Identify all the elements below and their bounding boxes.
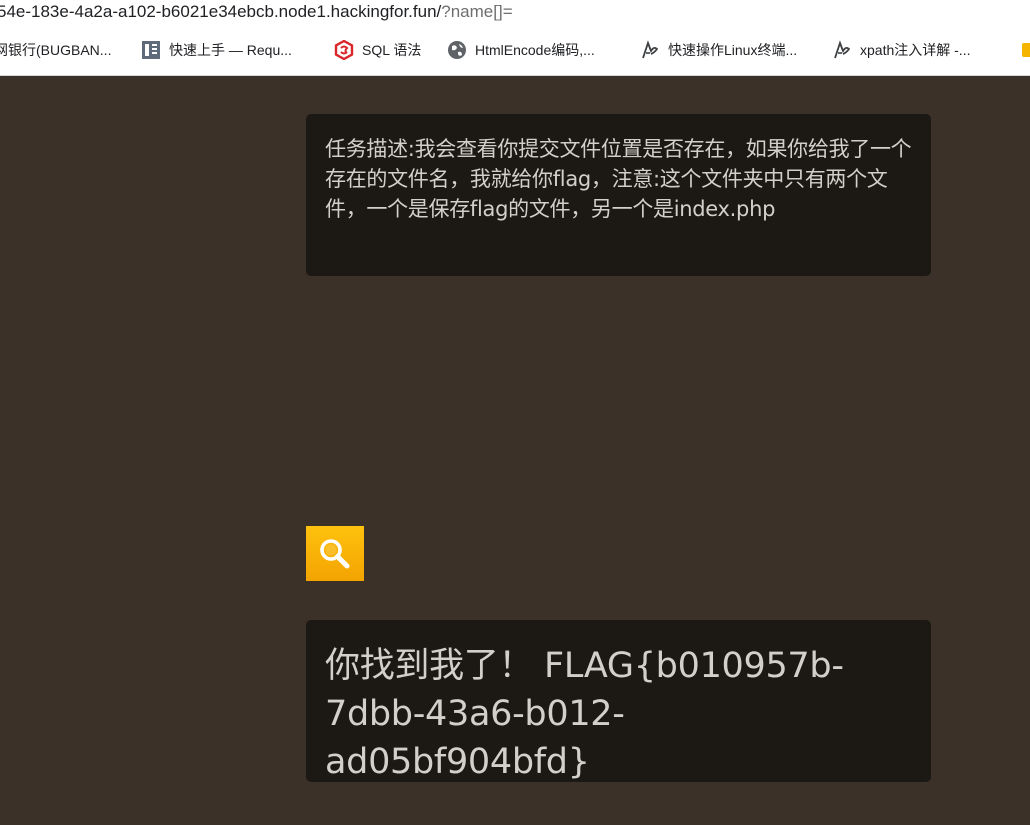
- bookmark-label: 快速上手 — Requ...: [169, 42, 292, 58]
- search-button[interactable]: [306, 526, 364, 581]
- bookmark-label: SQL 语法: [362, 42, 422, 58]
- address-bar[interactable]: 54e-183e-4a2a-a102-b6021e34ebcb.node1.ha…: [0, 0, 1030, 26]
- document-book-icon: [141, 40, 161, 60]
- bookmark-htmlencode[interactable]: HtmlEncode编码,...: [447, 38, 595, 62]
- bookmark-label: 网银行(BUGBAN...: [0, 42, 112, 58]
- bookmark-favicon-icon: [1020, 40, 1030, 60]
- bookmarks-bar: 网银行(BUGBAN... 快速上手 — Requ... SQL 语法 Html…: [0, 26, 1030, 76]
- flag-result-text: 你找到我了！ FLAG{b010957b-7dbb-43a6-b012-ad05…: [325, 646, 844, 782]
- sql-hexagon-icon: [334, 40, 354, 60]
- task-description-text: 任务描述:我会查看你提交文件位置是否存在，如果你给我了一个存在的文件名，我就给你…: [325, 137, 912, 221]
- url-text[interactable]: 54e-183e-4a2a-a102-b6021e34ebcb.node1.ha…: [0, 1, 513, 23]
- url-query: ?name[]=: [441, 2, 513, 21]
- magnifier-icon: [320, 538, 350, 568]
- quill-icon: [832, 40, 852, 60]
- bookmark-bank[interactable]: 网银行(BUGBAN...: [0, 38, 111, 62]
- bookmark-label: HtmlEncode编码,...: [475, 42, 595, 58]
- task-description-panel: 任务描述:我会查看你提交文件位置是否存在，如果你给我了一个存在的文件名，我就给你…: [306, 114, 931, 276]
- bookmark-label: 快速操作Linux终端...: [668, 42, 798, 58]
- result-panel: 你找到我了！ FLAG{b010957b-7dbb-43a6-b012-ad05…: [306, 620, 931, 782]
- bookmark-linux-terminal[interactable]: 快速操作Linux终端...: [640, 38, 797, 62]
- quill-icon: [640, 40, 660, 60]
- bookmark-xpath-injection[interactable]: xpath注入详解 -...: [832, 38, 970, 62]
- globe-icon: [447, 40, 467, 60]
- bookmark-sql-syntax[interactable]: SQL 语法: [334, 38, 421, 62]
- bookmark-requests-quickstart[interactable]: 快速上手 — Requ...: [141, 38, 292, 62]
- bookmark-overflow[interactable]: [1020, 38, 1030, 62]
- url-host: 54e-183e-4a2a-a102-b6021e34ebcb.node1.ha…: [0, 2, 442, 21]
- bookmark-label: xpath注入详解 -...: [860, 42, 971, 58]
